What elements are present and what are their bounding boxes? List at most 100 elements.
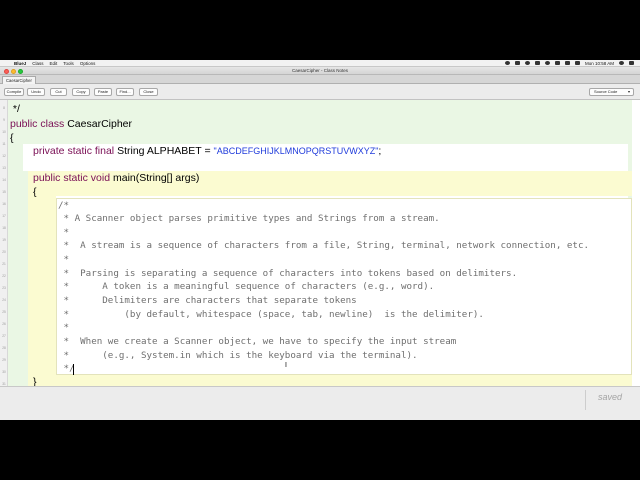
line-number: 28 [2,346,6,350]
field-type: String [117,145,145,157]
paste-button[interactable]: Paste [94,88,112,96]
line-number: 9 [3,118,5,122]
comment-line: * Delimiters are characters that separat… [58,295,357,306]
line-number: 21 [2,262,6,266]
editor-tab-row: CaesarCipher [0,75,640,84]
comment-line: /* [58,200,70,211]
bluetooth-icon[interactable] [534,61,540,65]
cut-button[interactable]: Cut [50,88,67,96]
clock-icon[interactable] [524,61,530,65]
main-method-signature: public static void main(String[] args) [33,172,199,184]
comment-line: * [58,227,70,238]
comment-line: * (e.g., System.in which is the keyboard… [58,350,418,361]
save-status: saved [597,392,622,402]
class-comment-end: */ [10,103,20,115]
line-number: 27 [2,334,6,338]
keyword: void [90,172,111,184]
method-close-brace: } [33,376,37,387]
menu-options[interactable]: Options [80,61,96,66]
comment-line: * [58,322,70,333]
keyword: static [67,145,92,157]
window-title: CaesarCipher - Class Notes [291,68,349,73]
line-number: 22 [2,274,6,278]
comment-line: * (by default, whitespace (space, tab, n… [58,309,484,320]
view-mode-select[interactable]: Source Code ▾ [589,88,634,96]
text-cursor [73,364,74,375]
close-button[interactable]: Close [139,88,158,96]
method-scope-left [28,196,56,386]
comment-line: * When we create a Scanner object, we ha… [58,336,457,347]
comment-line: * [58,254,70,265]
semicolon: ; [378,145,382,157]
display-icon[interactable] [514,61,520,65]
line-number: 19 [2,238,6,242]
menu-class[interactable]: Class [32,61,43,66]
class-open-brace: { [10,132,14,144]
class-name: CaesarCipher [67,118,132,130]
keyword: final [94,145,115,157]
line-number: 8 [3,106,5,110]
menubar-clock[interactable]: Mon 10:58 AM [585,61,614,66]
keyword: public [33,172,61,184]
line-number: 10 [2,130,6,134]
tab-caesarcipher[interactable]: CaesarCipher [2,76,36,84]
spotlight-search-icon[interactable] [619,61,624,65]
method-open-brace: { [33,186,37,198]
line-number: 30 [2,370,6,374]
line-number: 12 [2,154,6,158]
status-bar: saved [0,387,640,420]
comment-line: * A stream is a sequence of characters f… [58,240,590,251]
i-beam-cursor-icon: I [285,362,287,369]
flag-icon[interactable] [574,61,580,65]
volume-icon[interactable] [554,61,560,65]
copy-button[interactable]: Copy [72,88,90,96]
line-number: 24 [2,298,6,302]
mac-menu-bar: BlueJ Class Edit Tools Options Mon 10:58… [0,60,640,67]
window-close-button[interactable] [4,68,9,74]
notification-center-icon[interactable] [629,61,634,65]
alphabet-field-declaration: private static final String ALPHABET = "… [33,145,381,157]
editor-toolbar: Compile Undo Cut Copy Paste Find... Clos… [0,84,640,100]
line-number: 13 [2,166,6,170]
status-icon[interactable] [504,61,510,65]
class-scope-body [8,171,28,386]
comment-line: * A token is a meaningful sequence of ch… [58,281,435,292]
find-button[interactable]: Find... [116,88,134,96]
undo-button[interactable]: Undo [27,88,45,96]
chevron-down-icon: ▾ [627,89,630,94]
window-minimize-button[interactable] [11,68,16,74]
view-mode-value: Source Code [594,89,618,94]
line-number: 25 [2,310,6,314]
line-number: 17 [2,214,6,218]
line-number-gutter[interactable]: 8 9 10 11 12 13 14 15 16 17 18 19 20 21 … [0,100,8,386]
method-signature: main(String[] args) [112,172,200,184]
line-number: 18 [2,226,6,230]
comment-line: * A Scanner object parses primitive type… [58,213,440,224]
line-number: 26 [2,322,6,326]
menu-edit[interactable]: Edit [50,61,58,66]
class-declaration: public class CaesarCipher [10,118,132,130]
line-number: 23 [2,286,6,290]
window-title-bar: CaesarCipher - Class Notes [0,67,640,75]
wifi-icon[interactable] [544,61,550,65]
line-number: 11 [2,142,6,146]
source-editor[interactable]: 8 9 10 11 12 13 14 15 16 17 18 19 20 21 … [0,100,640,387]
string-literal: "ABCDEFGHIJKLMNOPQRSTUVWXYZ" [213,146,379,156]
menu-extras: Mon 10:58 AM [504,61,640,66]
line-number: 15 [2,190,6,194]
menu-tools[interactable]: Tools [63,61,74,66]
battery-icon[interactable] [564,61,570,65]
bluej-window: BlueJ Class Edit Tools Options Mon 10:58… [0,60,640,420]
line-number: 31 [2,382,6,386]
field-name: ALPHABET [146,145,202,157]
keyword: public [10,118,38,130]
keyword: class [40,118,65,130]
screen: BlueJ Class Edit Tools Options Mon 10:58… [0,0,640,480]
assign-operator: = [204,145,211,157]
line-number: 16 [2,202,6,206]
line-number: 14 [2,178,6,182]
keyword: private [33,145,65,157]
menu-app-name[interactable]: BlueJ [14,61,26,66]
compile-button[interactable]: Compile [4,88,24,96]
window-zoom-button[interactable] [18,68,23,74]
